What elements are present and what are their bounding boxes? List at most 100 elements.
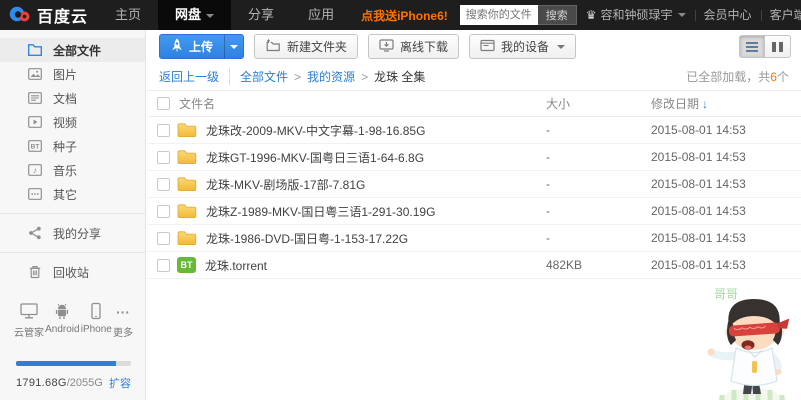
item-count: 6 [770,70,777,84]
table-row[interactable]: BT 龙珠Z-1989-MKV-国日粤三语1-291-30.19G - 2015… [147,198,801,225]
search-button[interactable]: 搜索 [538,5,577,25]
trash-icon [26,264,43,281]
file-name[interactable]: 龙珠改-2009-MKV-中文字幕-1-98-16.85G [206,122,546,139]
column-header-size[interactable]: 大小 [546,95,651,112]
file-name[interactable]: 龙珠.torrent [205,257,546,274]
table-row[interactable]: BT 龙珠.torrent 482KB 2015-08-01 14:53 [147,252,801,279]
storage-used: 1791.68G [16,377,67,389]
app-android[interactable]: Android [45,300,79,339]
document-icon [26,90,43,107]
expand-storage-link[interactable]: 扩容 [109,375,131,391]
upload-dropdown-button[interactable] [224,35,243,58]
divider [0,252,145,253]
row-checkbox[interactable] [157,151,170,164]
row-checkbox[interactable] [157,259,170,272]
new-folder-icon [265,39,281,55]
list-view-button[interactable] [739,35,765,58]
sidebar-item-videos[interactable]: 视频 [0,110,145,134]
brand-logo[interactable]: 百度云 [0,3,98,27]
android-icon [54,300,70,320]
brand-name: 百度云 [37,3,88,27]
promo-link[interactable]: 点我送iPhone6! [361,7,448,24]
sidebar-item-all-files[interactable]: 全部文件 [0,38,145,62]
grid-view-button[interactable] [765,35,791,58]
upload-button[interactable]: 上传 [159,34,244,59]
divider [0,213,145,214]
list-view-icon [746,42,758,52]
row-checkbox[interactable] [157,178,170,191]
app-iphone[interactable]: iPhone [81,300,112,339]
music-icon: ♪ [26,162,43,179]
file-size: - [546,123,651,137]
main-content: 上传 新建文件夹 离线下载 我的设备 [147,30,801,400]
file-type-icon: BT [177,149,197,165]
table-row[interactable]: BT 龙珠-MKV-剧场版-17部-7.81G - 2015-08-01 14:… [147,171,801,198]
sidebar-item-documents[interactable]: 文档 [0,86,145,110]
apps-row: 云管家 Android iPhone ··· 更多 [0,284,145,339]
breadcrumb-root[interactable]: 全部文件 [240,68,288,85]
mascot-blindfold [728,319,790,337]
search-input[interactable] [460,5,538,25]
file-type-icon: BT [177,176,197,192]
file-name[interactable]: 龙珠GT-1996-MKV-国粤日三语1-64-6.8G [206,149,546,166]
mascot-character: 哥哥 [702,282,797,400]
ellipsis-icon: ··· [116,300,130,320]
file-list: BT 龙珠改-2009-MKV-中文字幕-1-98-16.85G - 2015-… [147,117,801,279]
row-checkbox[interactable] [157,124,170,137]
row-checkbox[interactable] [157,232,170,245]
table-row[interactable]: BT 龙珠GT-1996-MKV-国粤日三语1-64-6.8G - 2015-0… [147,144,801,171]
sidebar-item-music[interactable]: ♪ 音乐 [0,158,145,182]
select-all-checkbox[interactable] [157,97,170,110]
file-name[interactable]: 龙珠-1986-DVD-国日粤-1-153-17.22G [206,230,546,247]
file-date: 2015-08-01 14:53 [651,258,801,272]
back-link[interactable]: 返回上一级 [159,68,230,85]
vip-center-link[interactable]: 会员中心 [695,0,761,30]
sidebar-item-my-shares[interactable]: 我的分享 [0,221,145,245]
chevron-down-icon [557,45,565,49]
file-size: - [546,177,651,191]
top-navbar: 百度云 主页 网盘 分享 应用 点我送iPhone6! 搜索 ♛ 容和钟硕琭宇 … [0,0,801,30]
sidebar-item-images[interactable]: 图片 [0,62,145,86]
username: 容和钟硕琭宇 [601,0,673,30]
breadcrumb-current: 龙珠 全集 [374,68,425,85]
file-size: - [546,150,651,164]
offline-download-button[interactable]: 离线下载 [368,34,459,59]
file-name[interactable]: 龙珠Z-1989-MKV-国日粤三语1-291-30.19G [206,203,546,220]
table-row[interactable]: BT 龙珠-1986-DVD-国日粤-1-153-17.22G - 2015-0… [147,225,801,252]
column-header-name[interactable]: 文件名 [179,95,546,112]
nav-item-home[interactable]: 主页 [98,0,158,30]
mascot-cushion [710,388,794,400]
torrent-file-icon: BT [177,257,196,273]
breadcrumb: 返回上一级 全部文件 > 我的资源 > 龙珠 全集 已全部加载，共6个 [147,63,801,90]
table-row[interactable]: BT 龙珠改-2009-MKV-中文字幕-1-98-16.85G - 2015-… [147,117,801,144]
rocket-icon [171,38,183,56]
new-folder-button[interactable]: 新建文件夹 [254,34,358,59]
client-download-link[interactable]: 客户端下载 [761,0,801,30]
monitor-icon [19,300,39,320]
file-type-icon: BT [177,230,197,246]
row-checkbox[interactable] [157,205,170,218]
my-devices-button[interactable]: 我的设备 [469,34,576,59]
svg-text:BT: BT [30,144,39,151]
file-name[interactable]: 龙珠-MKV-剧场版-17部-7.81G [206,176,546,193]
crown-icon: ♛ [586,0,597,30]
download-icon [379,39,394,55]
sidebar-item-recycle-bin[interactable]: 回收站 [0,260,145,284]
sidebar-item-others[interactable]: 其它 [0,182,145,206]
load-status: 已全部加载，共6个 [686,68,789,85]
nav-item-apps[interactable]: 应用 [291,0,351,30]
file-size: 482KB [546,258,651,272]
breadcrumb-separator: > [294,70,301,84]
nav-item-netdisk[interactable]: 网盘 [158,0,231,30]
user-menu[interactable]: ♛ 容和钟硕琭宇 [577,0,695,30]
app-more[interactable]: ··· 更多 [113,300,133,339]
search-box: 搜索 [460,5,577,25]
column-header-date[interactable]: 修改日期↓ [651,95,801,112]
breadcrumb-parent[interactable]: 我的资源 [307,68,355,85]
sidebar-item-torrents[interactable]: BT 种子 [0,134,145,158]
storage-progress-fill [16,361,116,366]
app-cloud-manager[interactable]: 云管家 [14,300,44,339]
share-icon [26,225,43,242]
chevron-down-icon [206,14,214,18]
nav-item-share[interactable]: 分享 [231,0,291,30]
